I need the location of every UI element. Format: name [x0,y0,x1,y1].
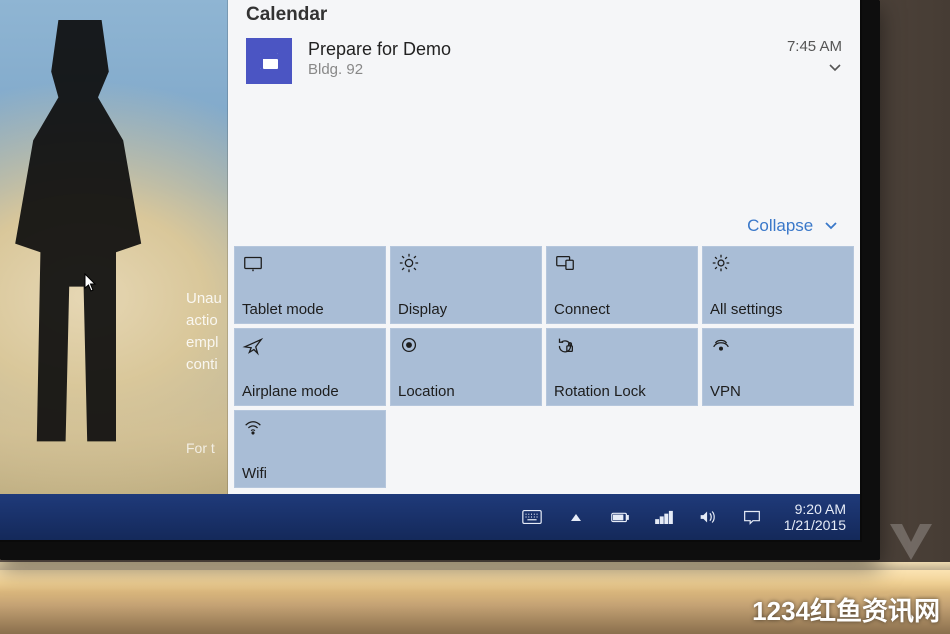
site-watermark: 1234红鱼资讯网 [752,591,940,628]
verge-watermark-icon [888,522,934,562]
monitor-frame: Unau actio empl conti For t Calendar Pre… [0,0,880,560]
